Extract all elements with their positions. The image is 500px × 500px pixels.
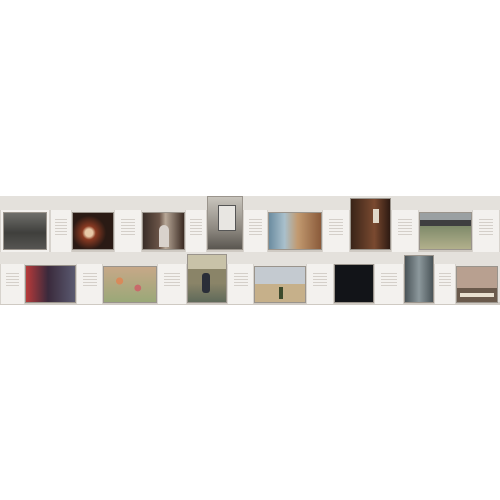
- photo-doorway: [350, 198, 391, 250]
- text-panel: [306, 264, 334, 304]
- text-panel: [114, 210, 142, 252]
- text-panel: [227, 264, 254, 304]
- text-panel: [472, 210, 500, 252]
- text-panel: [185, 210, 207, 252]
- text-panel: [50, 210, 72, 252]
- text-panel: [391, 210, 419, 252]
- photo-floor-pattern: [103, 266, 157, 303]
- photo-landscape-dark: [3, 212, 47, 250]
- photo-person-portrait: [142, 212, 185, 250]
- photo-interior-shelves: [268, 212, 322, 250]
- text-panel: [157, 264, 187, 304]
- text-panel: [243, 210, 268, 252]
- gallery-panorama: [0, 0, 500, 500]
- photo-face-screen: [25, 265, 76, 303]
- text-panel: [322, 210, 350, 252]
- photo-field-building: [419, 212, 472, 250]
- text-panel: [434, 264, 456, 304]
- text-panel: [374, 264, 404, 304]
- text-panel: [76, 264, 103, 304]
- photo-building-facade: [207, 196, 243, 250]
- photo-storefront: [456, 266, 498, 303]
- photo-street-statue: [187, 254, 227, 303]
- photo-neon-sign: [334, 264, 374, 303]
- photo-beach-scene: [254, 266, 306, 303]
- text-panel: [0, 264, 25, 304]
- photo-hands-closeup: [72, 212, 114, 250]
- photo-alley-tower: [404, 255, 434, 303]
